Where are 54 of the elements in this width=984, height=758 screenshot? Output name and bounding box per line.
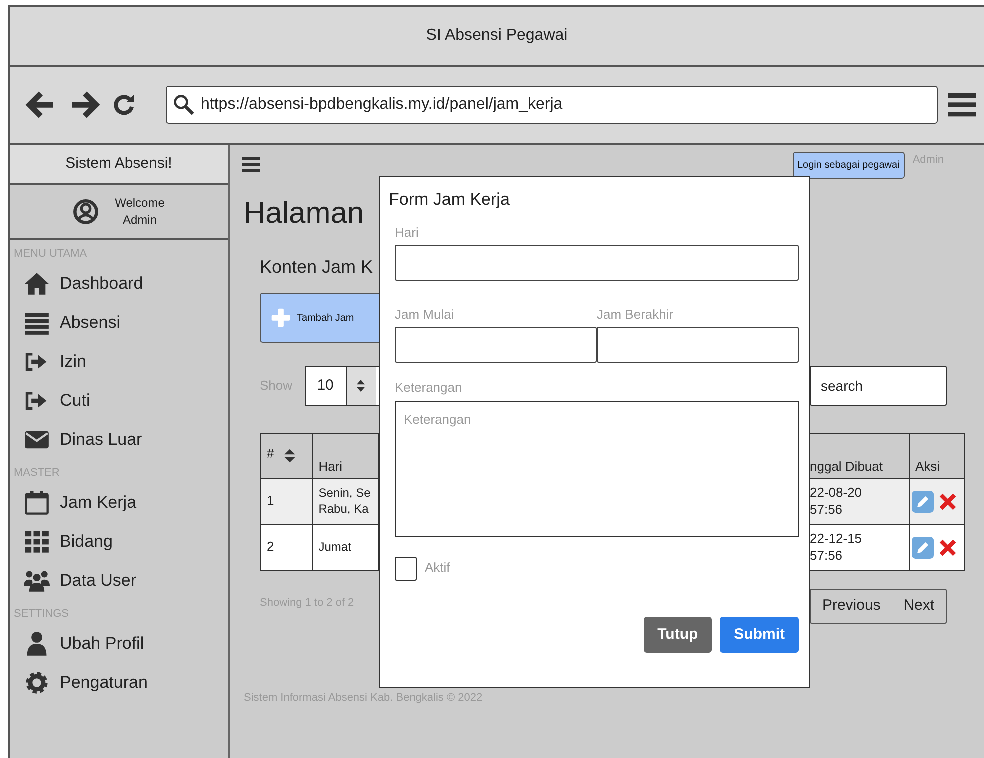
table-cell: Jumat [312, 524, 378, 570]
search-field[interactable]: search [810, 366, 947, 406]
field-label: Jam Mulai [395, 307, 454, 322]
sidebar-item[interactable]: Ubah Profil [10, 624, 228, 663]
sidebar-item[interactable]: Dashboard [10, 264, 228, 303]
field-label: Jam Berakhir [597, 307, 674, 322]
sidebar-item[interactable]: Bidang [10, 522, 228, 561]
section-title: Konten Jam K [260, 256, 374, 278]
settings-icon [24, 670, 50, 696]
welcome-text: Welcome [115, 194, 165, 212]
field-label: Keterangan [395, 380, 462, 395]
calendar-icon [24, 490, 50, 516]
page-size-select[interactable]: 10 [304, 366, 379, 406]
page-title: Halaman [244, 196, 364, 232]
address-field[interactable]: https://absensi-bpdbengkalis.my.id/panel/jam_kerja [166, 86, 938, 124]
text-field[interactable] [395, 245, 799, 281]
sidebar-item[interactable]: Data User [10, 561, 228, 600]
pagination-link[interactable]: Previous [822, 595, 881, 618]
sidebar-item[interactable]: Cuti [10, 381, 228, 420]
sidebar-item[interactable]: Pengaturan [10, 663, 228, 702]
table-cell: 22-12-15 57:56 [810, 524, 909, 570]
plus-icon [271, 308, 291, 328]
sidebar-item[interactable]: Jam Kerja [10, 483, 228, 522]
checkbox[interactable] [395, 557, 417, 581]
text-field[interactable] [597, 327, 799, 363]
user-name: Admin [122, 212, 158, 228]
sidebar-item[interactable]: Dinas Luar [10, 420, 228, 459]
grid-icon [24, 528, 50, 554]
text-area[interactable]: Keterangan [395, 401, 799, 537]
table-header: # [267, 446, 274, 463]
delete-icon[interactable] [938, 492, 958, 512]
pagination-link[interactable]: Next [904, 595, 935, 618]
add-button[interactable]: Tambah Jam [260, 293, 379, 343]
login-button[interactable]: Login sebagai pegawai [792, 152, 905, 178]
home-icon [24, 270, 50, 296]
search-icon [173, 94, 195, 116]
window-title: SI Absensi Pegawai [426, 26, 568, 46]
field-label: Hari [395, 225, 419, 240]
menu-icon[interactable] [242, 156, 260, 174]
checkbox-label: Aktif [425, 559, 450, 577]
delete-icon[interactable] [938, 538, 958, 558]
table-cell: 1 [260, 478, 312, 524]
sidebar-item[interactable]: Absensi [10, 303, 228, 342]
submit-button[interactable]: Submit [720, 617, 799, 653]
table-cell: 2 [260, 524, 312, 570]
user-avatar-icon [73, 198, 100, 224]
sidebar-title: Sistem Absensi! [66, 154, 172, 174]
sidebar-item[interactable]: Izin [10, 342, 228, 381]
close-button[interactable]: Tutup [644, 617, 712, 653]
table-cell: Senin, Se Rabu, Ka [312, 478, 378, 524]
text-field[interactable] [395, 327, 597, 363]
table-cell: 22-08-20 57:56 [810, 478, 909, 524]
reload-icon[interactable] [112, 93, 136, 117]
modal-title: Form Jam Kerja [389, 190, 510, 209]
